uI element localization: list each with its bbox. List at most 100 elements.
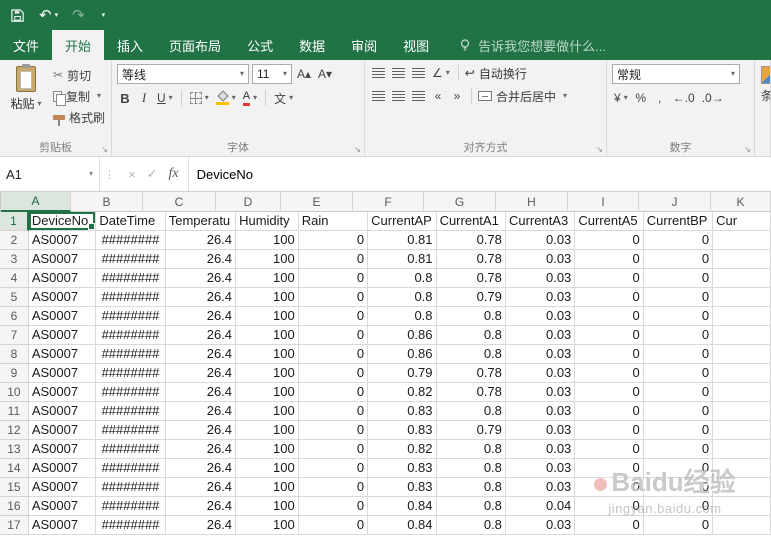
cell-K15[interactable] — [713, 478, 771, 497]
cell-E6[interactable]: 0 — [298, 307, 369, 326]
cell-E13[interactable]: 0 — [298, 440, 369, 459]
cell-E17[interactable]: 0 — [298, 516, 369, 535]
cell-D16[interactable]: 100 — [236, 497, 299, 516]
cell-E7[interactable]: 0 — [298, 326, 369, 345]
italic-button[interactable]: I — [136, 89, 152, 107]
tab-开始[interactable]: 开始 — [52, 30, 105, 60]
cell-D13[interactable]: 100 — [236, 440, 299, 459]
percent-style-button[interactable]: % — [633, 89, 649, 107]
cell-F4[interactable]: 0.8 — [368, 269, 437, 288]
cell-I4[interactable]: 0 — [575, 269, 644, 288]
column-header-K[interactable]: K — [711, 192, 771, 212]
cell-K14[interactable] — [713, 459, 771, 478]
increase-indent-button[interactable]: » — [449, 87, 465, 105]
cell-C15[interactable]: 26.4 — [165, 478, 237, 497]
cell-K2[interactable] — [713, 231, 771, 250]
cut-button[interactable]: ✂ 剪切 — [53, 66, 105, 84]
cell-J6[interactable]: 0 — [643, 307, 714, 326]
cell-H4[interactable]: 0.03 — [505, 269, 576, 288]
select-all-button[interactable] — [0, 192, 1, 212]
cell-G17[interactable]: 0.8 — [436, 516, 506, 535]
cell-F15[interactable]: 0.83 — [368, 478, 437, 497]
cell-B15[interactable]: ######## — [96, 478, 166, 497]
cell-I16[interactable]: 0 — [575, 497, 644, 516]
tab-视图[interactable]: 视图 — [390, 30, 442, 60]
cell-J1[interactable]: CurrentBP — [643, 212, 714, 231]
cell-E16[interactable]: 0 — [298, 497, 369, 516]
cell-D3[interactable]: 100 — [236, 250, 299, 269]
cell-E14[interactable]: 0 — [298, 459, 369, 478]
row-header-16[interactable]: 16 — [0, 497, 29, 516]
cell-J9[interactable]: 0 — [643, 364, 714, 383]
cell-A8[interactable]: AS0007 — [28, 345, 97, 364]
row-header-11[interactable]: 11 — [0, 402, 29, 421]
cell-C6[interactable]: 26.4 — [165, 307, 237, 326]
cell-D14[interactable]: 100 — [236, 459, 299, 478]
cell-B3[interactable]: ######## — [96, 250, 166, 269]
cell-A5[interactable]: AS0007 — [28, 288, 97, 307]
column-header-I[interactable]: I — [568, 192, 639, 212]
font-size-select[interactable]: 11 ▾ — [252, 64, 292, 84]
cell-I17[interactable]: 0 — [575, 516, 644, 535]
cell-D17[interactable]: 100 — [236, 516, 299, 535]
cell-H10[interactable]: 0.03 — [505, 383, 576, 402]
cell-C4[interactable]: 26.4 — [165, 269, 237, 288]
row-header-10[interactable]: 10 — [0, 383, 29, 402]
conditional-formatting-button[interactable]: 条件格式 — [761, 64, 770, 104]
fill-color-button[interactable]: ▾ — [214, 89, 238, 107]
customize-quick-access-button[interactable]: ▾ — [99, 12, 106, 19]
cell-G7[interactable]: 0.8 — [436, 326, 506, 345]
cell-I1[interactable]: CurrentA5 — [575, 212, 644, 231]
cell-C1[interactable]: Temperatu — [165, 212, 237, 231]
formula-bar-handle-icon[interactable]: ⋮ — [100, 157, 119, 191]
row-header-13[interactable]: 13 — [0, 440, 29, 459]
cell-E9[interactable]: 0 — [298, 364, 369, 383]
cell-A12[interactable]: AS0007 — [28, 421, 97, 440]
cell-F9[interactable]: 0.79 — [368, 364, 437, 383]
alignment-dialog-launcher-icon[interactable]: ↘ — [596, 145, 603, 154]
row-header-14[interactable]: 14 — [0, 459, 29, 478]
cell-G4[interactable]: 0.78 — [436, 269, 506, 288]
cell-G15[interactable]: 0.8 — [436, 478, 506, 497]
row-header-12[interactable]: 12 — [0, 421, 29, 440]
decrease-indent-button[interactable]: « — [430, 87, 446, 105]
bold-button[interactable]: B — [117, 89, 133, 107]
cell-I14[interactable]: 0 — [575, 459, 644, 478]
tell-me-box[interactable]: 告诉我您想要做什么... — [458, 30, 606, 60]
cell-G14[interactable]: 0.8 — [436, 459, 506, 478]
cell-J12[interactable]: 0 — [643, 421, 714, 440]
row-header-5[interactable]: 5 — [0, 288, 29, 307]
save-icon[interactable] — [10, 8, 25, 23]
cell-K12[interactable] — [713, 421, 771, 440]
cell-F10[interactable]: 0.82 — [368, 383, 437, 402]
row-header-6[interactable]: 6 — [0, 307, 29, 326]
cell-J11[interactable]: 0 — [643, 402, 714, 421]
column-header-H[interactable]: H — [496, 192, 568, 212]
cell-B11[interactable]: ######## — [96, 402, 166, 421]
borders-button[interactable]: ▾ — [188, 89, 211, 107]
align-center-button[interactable] — [390, 87, 407, 105]
row-header-2[interactable]: 2 — [0, 231, 29, 250]
align-middle-button[interactable] — [390, 64, 407, 82]
column-header-B[interactable]: B — [71, 192, 143, 212]
cell-C3[interactable]: 26.4 — [165, 250, 237, 269]
cell-G12[interactable]: 0.79 — [436, 421, 506, 440]
font-name-select[interactable]: 等线 ▾ — [117, 64, 249, 84]
cell-C16[interactable]: 26.4 — [165, 497, 237, 516]
cell-F16[interactable]: 0.84 — [368, 497, 437, 516]
cell-H16[interactable]: 0.04 — [505, 497, 576, 516]
cell-I3[interactable]: 0 — [575, 250, 644, 269]
cell-E10[interactable]: 0 — [298, 383, 369, 402]
cell-A17[interactable]: AS0007 — [28, 516, 97, 535]
cell-F12[interactable]: 0.83 — [368, 421, 437, 440]
cell-C14[interactable]: 26.4 — [165, 459, 237, 478]
font-color-button[interactable]: A ▾ — [241, 89, 259, 107]
number-dialog-launcher-icon[interactable]: ↘ — [744, 145, 751, 154]
cell-H13[interactable]: 0.03 — [505, 440, 576, 459]
cell-E4[interactable]: 0 — [298, 269, 369, 288]
cell-C17[interactable]: 26.4 — [165, 516, 237, 535]
cell-B10[interactable]: ######## — [96, 383, 166, 402]
row-header-9[interactable]: 9 — [0, 364, 29, 383]
column-header-J[interactable]: J — [639, 192, 711, 212]
cell-G6[interactable]: 0.8 — [436, 307, 506, 326]
